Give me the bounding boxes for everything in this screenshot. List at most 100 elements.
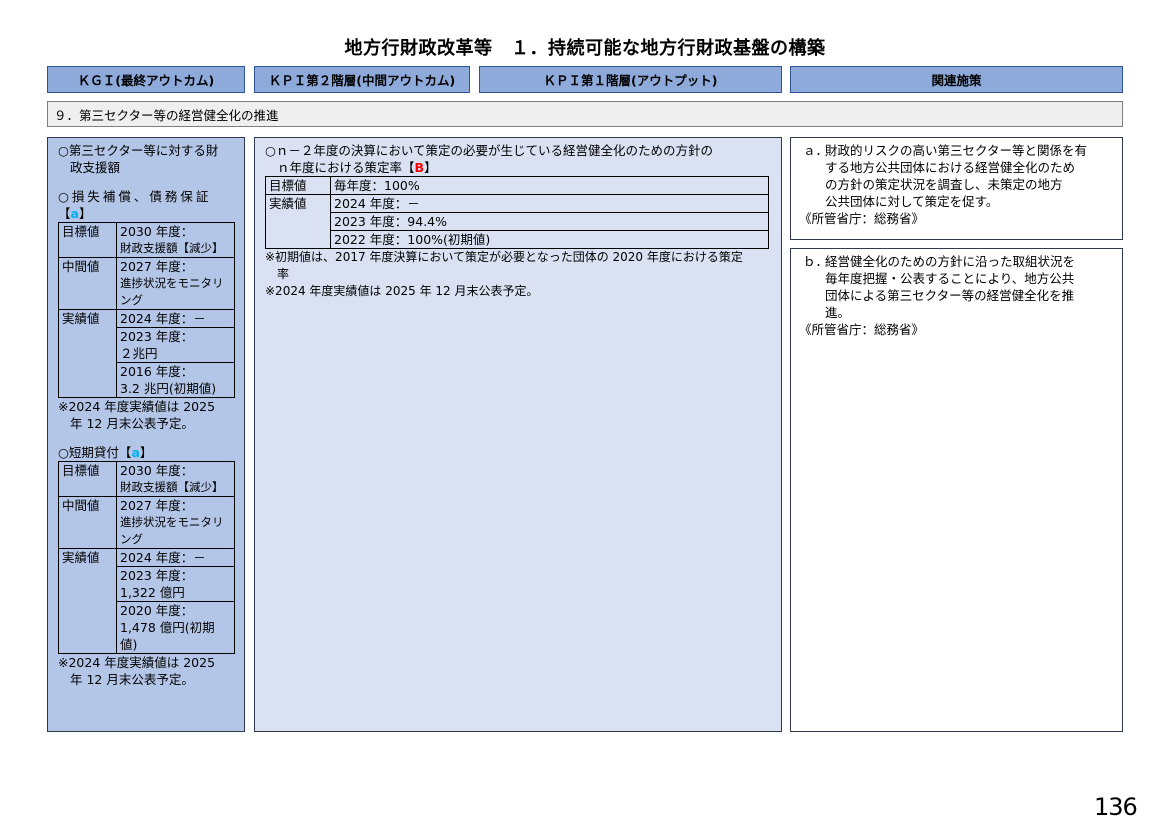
actual-year: 2020 年度： (120, 603, 194, 618)
actual-value-2024: 2024 年度：－ (330, 194, 769, 213)
badge-open: 【 (402, 160, 415, 175)
kpi-note-line1: ※初期値は、2017 年度決算において策定が必要となった団体の 2020 年度に… (265, 250, 743, 264)
page-number: 136 (1094, 793, 1138, 821)
kgi-heading-line1: ○第三セクター等に対する財 (58, 143, 219, 158)
actual-amount: 1,322 億円 (120, 585, 185, 600)
kgi-group2-table: 目標値 2030 年度： 財政支援額【減少】 中間値 2027 年度： 進捗状況をモ… (58, 461, 235, 654)
kgi-note2-line1: ※2024 年度実績値は 2025 (58, 655, 216, 670)
actual-value-2023: 2023 年度： 1,322 億円 (116, 566, 235, 602)
actual-value-2020: 2020 年度： 1,478 億円(初期 値) (116, 601, 235, 654)
mid-value: 2027 年度： 進捗状況をモニタリ ング (116, 496, 235, 549)
kpi-heading-line2: ｎ年度における策定率【B】 (265, 159, 771, 176)
kpi-heading-text: ｎ年度における策定率 (277, 160, 403, 175)
measure-b-text: 経営健全化のための方針に沿った取組状況を (825, 254, 1076, 269)
section-title: ９．第三セクター等の経営健全化の推進 (47, 101, 1123, 127)
target-year: 2030 年度： (120, 224, 194, 239)
evaluation-badge: a (131, 445, 140, 460)
related-measure-a: ａ． 財政的リスクの高い第三セクター等と関係を有 する地方公共団体における経営健全… (790, 137, 1123, 240)
page-title: 地方行財政改革等 １．持続可能な地方行財政基盤の構築 (344, 38, 826, 59)
kpi-heading-line1: ○ｎ－２年度の決算において策定の必要が生じている経営健全化のための方針の (265, 143, 714, 158)
target-label: 目標値 (58, 222, 117, 258)
kgi-note2-line2: 年 12 月末公表予定。 (70, 672, 194, 687)
mid-text-cont: ング (120, 532, 143, 546)
actual-year: 2023 年度： (120, 568, 194, 583)
target-year: 2030 年度： (120, 463, 194, 478)
measure-b-line2: 毎年度把握・公表することにより、地方公共 (801, 270, 1110, 287)
mid-label: 中間値 (58, 496, 117, 549)
actual-value-2022: 2022 年度：100%(初期値) (330, 230, 769, 249)
measure-a-text: する地方公共団体における経営健全化のため (825, 160, 1076, 175)
measure-b-line1: ｂ． 経営健全化のための方針に沿った取組状況を (801, 253, 1110, 270)
mid-year: 2027 年度： (120, 498, 194, 513)
mid-text: 進捗状況をモニタリ (120, 515, 224, 529)
mid-year: 2027 年度： (120, 259, 194, 274)
mid-label: 中間値 (58, 257, 117, 310)
kpi-note-line2: 率 (277, 267, 290, 281)
target-label: 目標値 (265, 176, 331, 195)
related-measure-b: ｂ． 経営健全化のための方針に沿った取組状況を 毎年度把握・公表することにより、地… (790, 248, 1123, 732)
measure-a-text: の方針の策定状況を調査し、未策定の地方 (825, 177, 1063, 192)
target-text: 財政支援額【減少】 (120, 241, 224, 255)
actual-amount: 1,478 億円(初期 (120, 620, 215, 635)
kgi-note1-line2: 年 12 月末公表予定。 (70, 416, 194, 431)
badge-close: 】 (78, 206, 92, 221)
kpi-panel: ○ｎ－２年度の決算において策定の必要が生じている経営健全化のための方針の ｎ年度… (254, 137, 782, 732)
badge-open: 【 (118, 445, 132, 460)
actual-amount-cont: 値) (120, 637, 138, 652)
kgi-group1-table: 目標値 2030 年度： 財政支援額【減少】 中間値 2027 年度： 進捗状況をモ… (58, 222, 235, 398)
mid-value: 2027 年度： 進捗状況をモニタリ ング (116, 257, 235, 310)
measure-a-ministry: 《所管省庁：総務省》 (799, 211, 925, 226)
actual-label: 実績値 (58, 548, 117, 654)
actual-label: 実績値 (58, 309, 117, 398)
actual-year: 2016 年度： (120, 364, 194, 379)
kgi-group2-title: ○短期貸付【a】 (58, 444, 236, 461)
measure-b-text: 団体による第三セクター等の経営健全化を推 (825, 288, 1075, 303)
kpi-table: 目標値 毎年度：100% 実績値 2024 年度：－ 2023 年度：94.4%… (265, 176, 769, 249)
group2-title-text: ○短期貸付 (58, 445, 119, 460)
target-label: 目標値 (58, 461, 117, 497)
target-value: 毎年度：100% (330, 176, 769, 195)
kpi-note-line3: ※2024 年度実績値は 2025 年 12 月末公表予定。 (265, 284, 539, 298)
mid-text-cont: ング (120, 293, 143, 307)
measure-a-marker: ａ． (803, 143, 829, 158)
badge-close: 】 (424, 160, 437, 175)
measure-a-text: 公共団体に対して策定を促す。 (825, 194, 999, 209)
actual-amount: 3.2 兆円(初期値) (120, 381, 217, 396)
actual-value-2023: 2023 年度： ２兆円 (116, 327, 235, 363)
measure-a-line4: 公共団体に対して策定を促す。 (801, 193, 1110, 210)
actual-value-2024: 2024 年度：－ (116, 548, 235, 567)
measure-b-marker: ｂ． (803, 254, 829, 269)
actual-label: 実績値 (265, 194, 331, 249)
measure-a-line2: する地方公共団体における経営健全化のため (801, 159, 1110, 176)
actual-value-2023: 2023 年度：94.4% (330, 212, 769, 231)
evaluation-badge: B (414, 160, 425, 175)
header-kpi2: ＫＰＩ第２階層(中間アウトカム) (254, 66, 470, 93)
measure-a-line3: の方針の策定状況を調査し、未策定の地方 (801, 176, 1110, 193)
actual-year: 2023 年度： (120, 329, 194, 344)
kgi-group1-title: ○損失補償、債務保証 (58, 189, 212, 204)
measure-a-text: 財政的リスクの高い第三セクター等と関係を有 (825, 143, 1088, 158)
kgi-group1-badge: 【a】 (58, 205, 236, 222)
actual-value-2024: 2024 年度：－ (116, 309, 235, 328)
actual-amount: ２兆円 (120, 346, 158, 361)
target-value: 2030 年度： 財政支援額【減少】 (116, 222, 235, 258)
header-related: 関連施策 (790, 66, 1123, 93)
actual-value-2016: 2016 年度： 3.2 兆円(初期値) (116, 362, 235, 398)
badge-close: 】 (139, 445, 153, 460)
badge-open: 【 (58, 206, 71, 221)
kgi-heading-line2: 政支援額 (70, 160, 121, 175)
measure-b-line4: 進。 (801, 304, 1110, 321)
header-kgi: ＫＧＩ(最終アウトカム) (47, 66, 245, 93)
measure-a-line1: ａ． 財政的リスクの高い第三セクター等と関係を有 (801, 142, 1110, 159)
kgi-note1-line1: ※2024 年度実績値は 2025 (58, 399, 216, 414)
measure-b-line3: 団体による第三セクター等の経営健全化を推 (801, 287, 1110, 304)
header-kpi1: ＫＰＩ第１階層(アウトプット) (479, 66, 782, 93)
measure-b-text: 進。 (825, 305, 851, 320)
mid-text: 進捗状況をモニタリ (120, 276, 224, 290)
measure-b-text: 毎年度把握・公表することにより、地方公共 (825, 271, 1075, 286)
measure-b-ministry: 《所管省庁：総務省》 (799, 322, 925, 337)
target-value: 2030 年度： 財政支援額【減少】 (116, 461, 235, 497)
evaluation-badge: a (70, 206, 79, 221)
target-text: 財政支援額【減少】 (120, 480, 224, 494)
kgi-panel: ○第三セクター等に対する財 政支援額 ○損失補償、債務保証 【a】 目標値 20… (47, 137, 245, 732)
